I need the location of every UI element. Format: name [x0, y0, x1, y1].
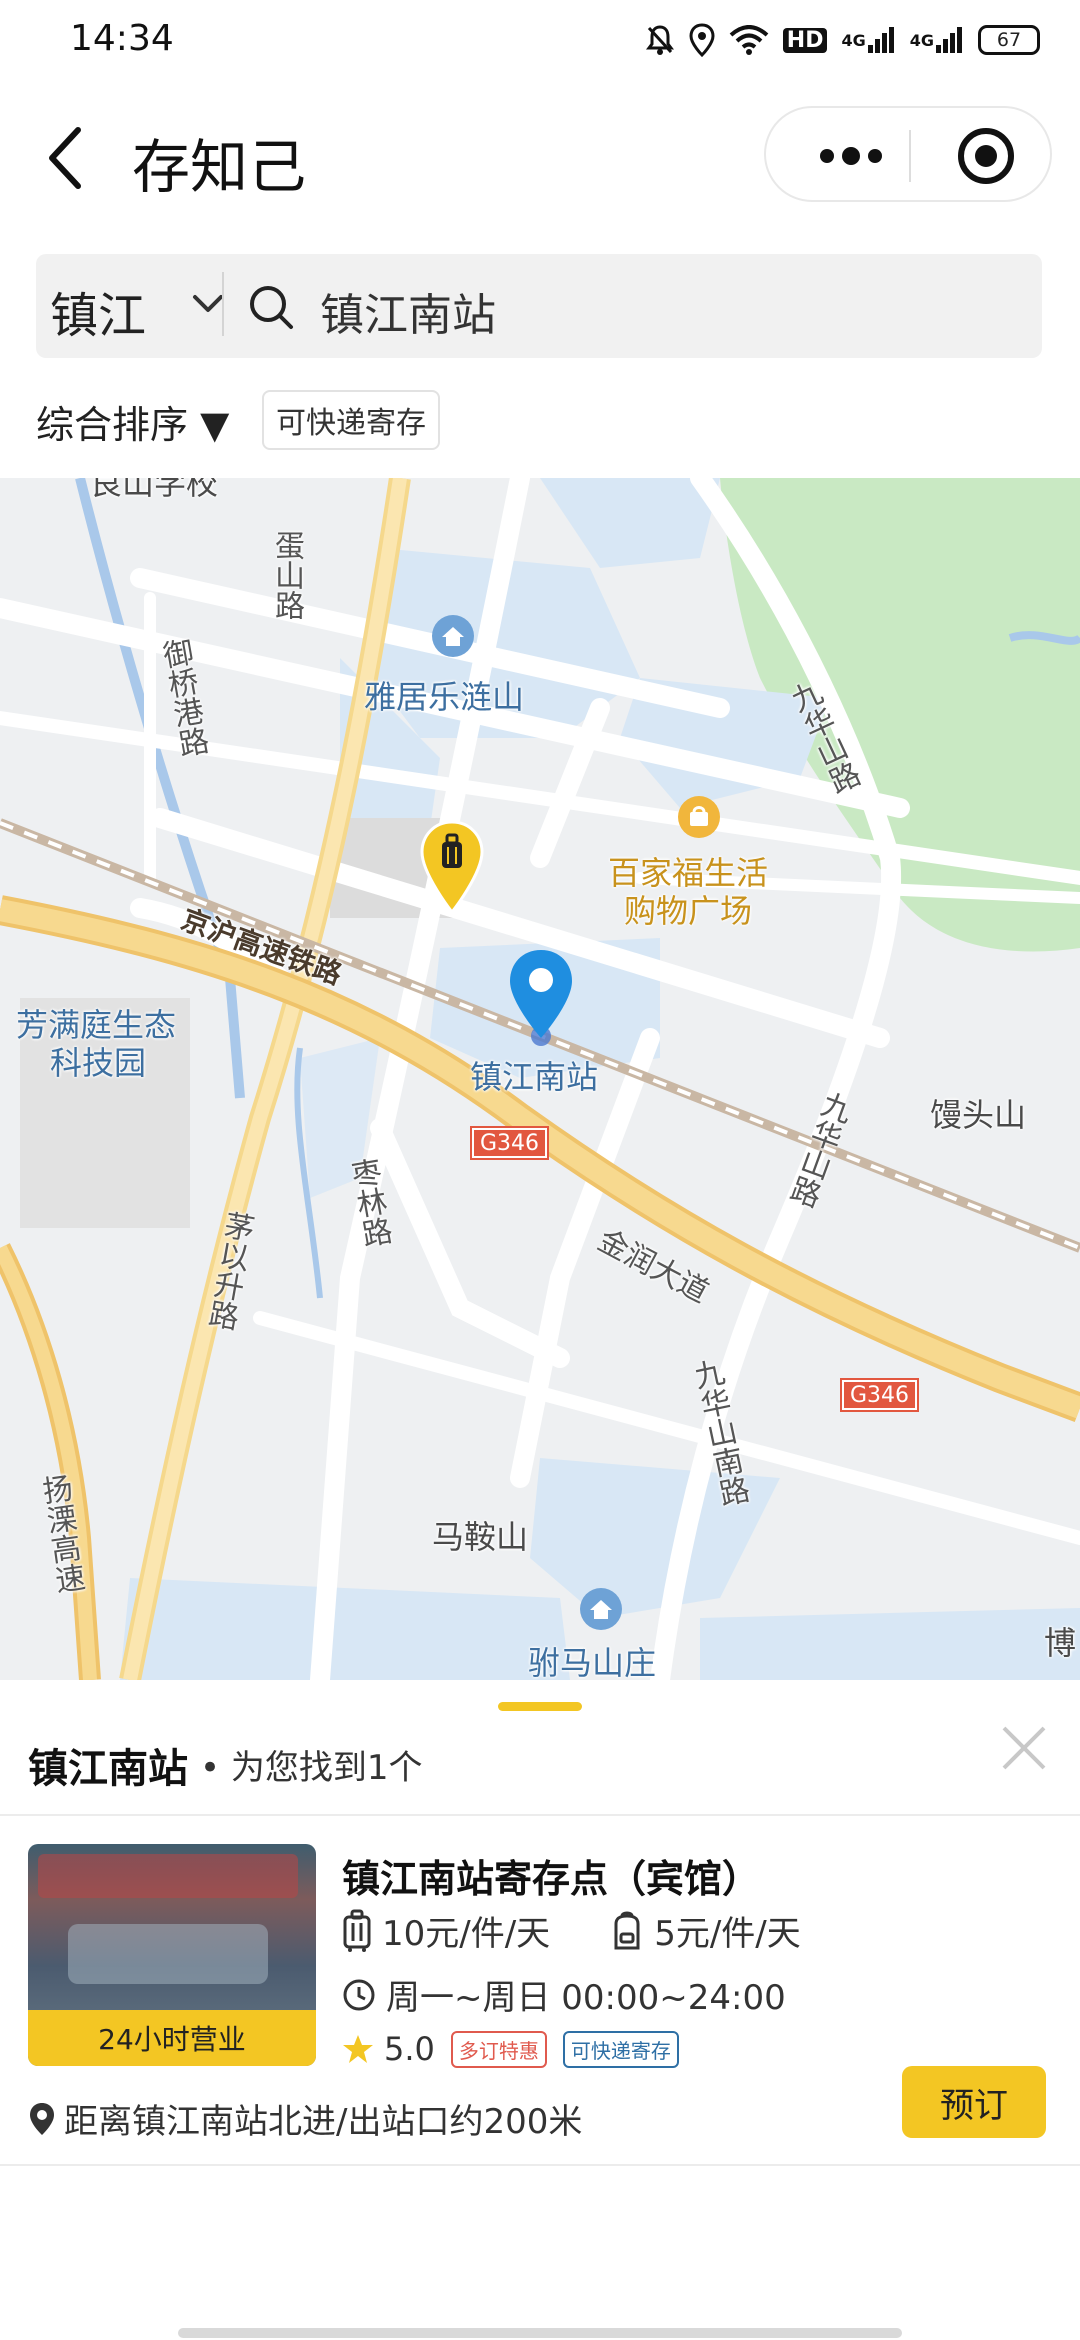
search-bar: 镇江 镇江南站 — [36, 254, 1042, 358]
express-storage-filter[interactable]: 可快递寄存 — [262, 390, 440, 450]
home-indicator[interactable] — [178, 2328, 902, 2338]
price-row: 10元/件/天 5元/件/天 — [342, 1906, 861, 1955]
capsule-divider — [909, 130, 911, 182]
location-icon — [689, 22, 715, 58]
shopping-icon — [678, 796, 720, 838]
store-thumbnail[interactable]: 24小时营业 — [28, 1844, 316, 2066]
star-icon — [343, 2035, 373, 2063]
target-icon[interactable] — [958, 128, 1014, 184]
mute-bell-icon — [645, 22, 675, 58]
back-button[interactable] — [40, 118, 100, 198]
clock-icon — [343, 1979, 375, 2010]
back-icon — [49, 127, 81, 189]
thumb-window — [68, 1924, 268, 1984]
battery-indicator: 67 — [978, 25, 1040, 55]
map-label-maanshan: 马鞍山 — [432, 1518, 529, 1556]
map-label-bo: 博 — [1044, 1624, 1077, 1662]
suitcase-icon — [343, 1909, 371, 1952]
signal-icon-2: 4G — [910, 22, 964, 58]
map-label-danshan-road: 蛋山路 — [269, 530, 304, 620]
capsule-menu — [764, 106, 1052, 202]
search-input[interactable]: 镇江南站 — [320, 279, 496, 343]
result-divider — [0, 2164, 1080, 2166]
sheet-divider — [0, 1814, 1080, 1816]
chevron-down-icon[interactable] — [192, 292, 224, 316]
open-24h-badge: 24小时营业 — [28, 2010, 316, 2066]
status-time: 14:34 — [70, 18, 174, 59]
map-label-fumashan: 驸马山庄 — [528, 1644, 657, 1680]
residence-icon — [432, 615, 474, 657]
g346-shield-b: G346 — [839, 1378, 920, 1412]
map-label-baijiafu-2: 购物广场 — [624, 892, 753, 930]
city-selector[interactable]: 镇江 — [50, 276, 146, 346]
map-label-school: 良山学校 — [90, 478, 219, 502]
discount-tag: 多订特惠 — [450, 2030, 547, 2068]
express-tag: 可快递寄存 — [562, 2030, 679, 2068]
status-icons: HD 4G 4G 67 — [645, 22, 1040, 58]
page-title: 存知己 — [132, 133, 307, 201]
mini-program-header: 存知己 — [0, 80, 1080, 230]
rating-value: 5.0 — [384, 2030, 435, 2068]
map-label-station: 镇江南站 — [470, 1058, 599, 1096]
wifi-icon — [729, 22, 769, 58]
sheet-drag-handle[interactable] — [498, 1702, 582, 1711]
book-button[interactable]: 预订 — [902, 2066, 1046, 2138]
map-view[interactable]: 良山学校 蛋山路 御桥港路 雅居乐涟山 九华山路 百家福生活 购物广场 京沪高速… — [0, 478, 1080, 1680]
search-divider — [222, 272, 224, 336]
sort-dropdown[interactable]: 综合排序 ▼ — [36, 394, 229, 449]
search-icon — [250, 286, 293, 329]
location-pin-icon[interactable] — [506, 948, 576, 1048]
store-name[interactable]: 镇江南站寄存点（宾馆） — [342, 1848, 760, 1903]
hd-icon: HD — [782, 22, 828, 58]
signal-icon-1: 4G — [841, 22, 895, 58]
luggage-pin-icon[interactable] — [420, 820, 484, 916]
map-label-mantoushan: 馒头山 — [930, 1096, 1027, 1134]
map-label-yaju: 雅居乐涟山 — [364, 678, 525, 716]
price-small-text: 5元/件/天 — [654, 1914, 801, 1954]
results-sheet: 镇江南站 • 为您找到1个 24小时营业 镇江南站寄存点（宾馆） 10元/件/天… — [0, 1680, 1080, 2340]
price-small-luggage: 5元/件/天 — [610, 1906, 801, 1955]
price-large-text: 10元/件/天 — [382, 1914, 551, 1954]
rating-row: 5.0 多订特惠 可快递寄存 — [342, 2030, 679, 2068]
hours-text: 周一~周日 00:00~24:00 — [386, 1978, 786, 2018]
sheet-subtitle: • 为您找到1个 — [200, 1748, 423, 1788]
distance-text: 距离镇江南站北进/出站口约200米 — [64, 2102, 583, 2142]
thumb-sign — [38, 1854, 298, 1898]
price-large-luggage: 10元/件/天 — [342, 1906, 550, 1955]
backpack-icon — [614, 1911, 640, 1949]
status-bar: 14:34 HD 4G 4G 67 — [0, 0, 1080, 80]
distance-row: 距离镇江南站北进/出站口约200米 — [28, 2094, 582, 2143]
map-label-fangman-2: 科技园 — [50, 1044, 147, 1082]
filter-row: 综合排序 ▼ 可快递寄存 — [0, 380, 1080, 480]
g346-shield-a: G346 — [469, 1126, 550, 1160]
sheet-title: 镇江南站 — [28, 1746, 188, 1792]
close-icon[interactable] — [1000, 1724, 1048, 1772]
opening-hours: 周一~周日 00:00~24:00 — [342, 1970, 786, 2019]
residence-icon — [580, 1588, 622, 1630]
map-marker-icon — [30, 2102, 54, 2135]
more-dots-icon[interactable] — [806, 128, 896, 184]
